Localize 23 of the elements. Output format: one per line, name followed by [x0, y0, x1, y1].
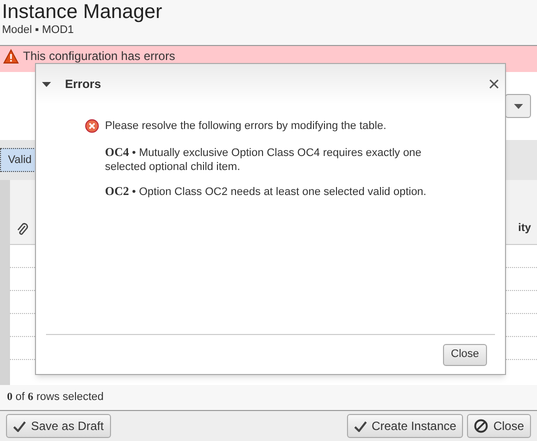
- caret-icon: [514, 104, 522, 108]
- footer-button[interactable]: Save as Draft: [6, 414, 111, 438]
- footer-button[interactable]: Create Instance: [346, 414, 464, 438]
- check-icon: [13, 420, 26, 432]
- error-icon: [85, 119, 99, 134]
- collapse-icon[interactable]: [42, 82, 51, 86]
- column-header: ity: [518, 220, 531, 236]
- cancel-icon: [474, 419, 488, 433]
- close-icon[interactable]: [489, 79, 499, 89]
- page-subtitle: Model ▪ MOD1: [2, 24, 75, 36]
- error-message: This configuration has errors: [23, 49, 176, 63]
- error-item: OC4 • Mutually exclusive Option Class OC4 requires exactly one selected optional child item.: [105, 144, 422, 174]
- close-button[interactable]: Close: [442, 344, 487, 366]
- dialog-title: Errors: [65, 76, 102, 93]
- footer-button[interactable]: Close: [467, 414, 531, 438]
- check-icon: [354, 420, 367, 432]
- paperclip-icon: [16, 223, 28, 236]
- page-title: Instance Manager: [2, 0, 164, 24]
- selection-status: 0 of 6 rows selected: [7, 390, 104, 406]
- error-intro: Please resolve the following errors by modifying the table.: [105, 119, 386, 134]
- dropdown-button[interactable]: [505, 94, 531, 118]
- warning-icon: [3, 49, 19, 64]
- error-item: OC2 • Option Class OC2 needs at least one selected valid option.: [105, 184, 428, 198]
